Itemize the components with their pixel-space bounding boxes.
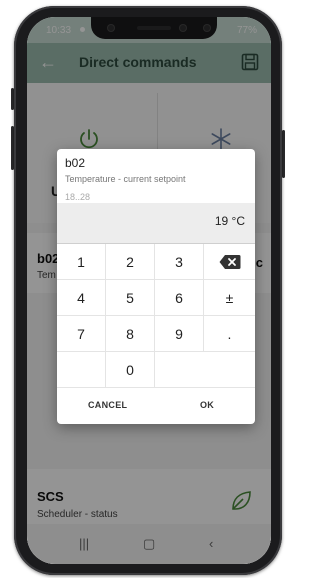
key-0[interactable]: 0: [106, 352, 155, 388]
key-empty: [57, 352, 106, 388]
key-5[interactable]: 5: [106, 280, 155, 316]
plus-minus-key[interactable]: ±: [204, 280, 255, 316]
key-4[interactable]: 4: [57, 280, 106, 316]
numeric-input-dialog: b02 Temperature - current setpoint 18..2…: [57, 149, 255, 424]
dialog-description: Temperature - current setpoint: [65, 174, 186, 184]
key-empty: [155, 352, 255, 388]
key-8[interactable]: 8: [106, 316, 155, 352]
backspace-key[interactable]: [204, 244, 255, 280]
dialog-actions: CANCEL OK: [57, 390, 255, 424]
key-2[interactable]: 2: [106, 244, 155, 280]
dialog-range: 18..28: [65, 192, 91, 202]
cancel-button[interactable]: CANCEL: [88, 400, 127, 410]
backspace-icon: [219, 254, 240, 269]
key-9[interactable]: 9: [155, 316, 204, 352]
side-button-power: [282, 130, 285, 178]
key-3[interactable]: 3: [155, 244, 204, 280]
value-display: 19 °C: [57, 203, 255, 244]
dialog-title: b02: [65, 156, 86, 170]
key-1[interactable]: 1: [57, 244, 106, 280]
ok-button[interactable]: OK: [200, 400, 214, 410]
decimal-key[interactable]: .: [204, 316, 255, 352]
value-text: 19 °C: [214, 214, 245, 228]
key-7[interactable]: 7: [57, 316, 106, 352]
key-6[interactable]: 6: [155, 280, 204, 316]
